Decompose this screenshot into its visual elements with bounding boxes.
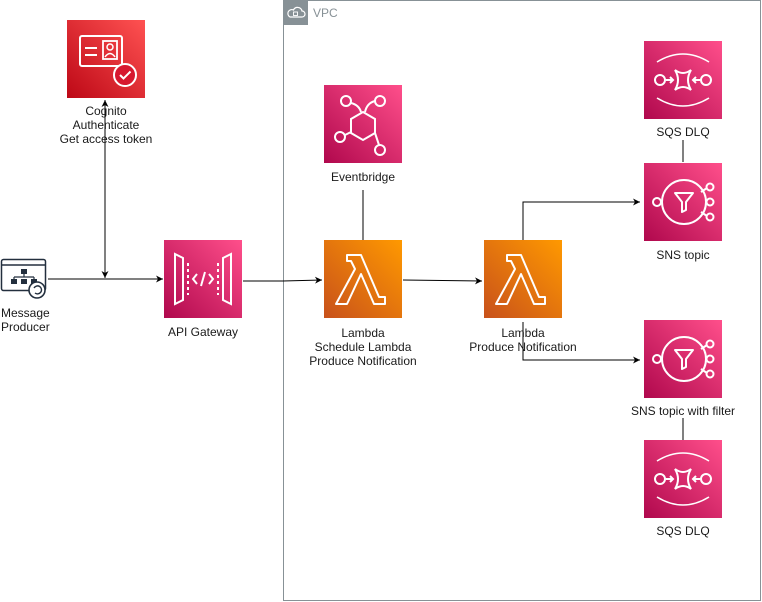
lambda-schedule-label-line-2: Schedule Lambda [314, 340, 412, 354]
eventbridge-icon [324, 85, 402, 163]
lambda-produce-label: Lambda Produce Notification [458, 326, 588, 354]
message-producer-icon [0, 258, 47, 299]
cognito-label-line-1: Cognito [85, 104, 127, 118]
sqs-dlq-top-icon [644, 41, 722, 119]
sqs-dlq-bottom-icon [644, 440, 722, 518]
sns-filter-label: SNS topic with filter [630, 404, 736, 418]
api-gateway-icon [164, 240, 242, 318]
architecture-diagram [0, 0, 761, 601]
cognito-icon [67, 20, 145, 98]
sns-topic-icon [644, 163, 722, 241]
vpc-label: VPC [313, 6, 338, 20]
api-gateway-label: API Gateway [167, 325, 239, 339]
vpc-cloud-icon [283, 0, 308, 25]
cognito-label: Cognito Authenticate Get access token [46, 104, 166, 146]
edge-lambda-to-lambda [402, 277, 483, 285]
producer-label-line-2: Producer [1, 320, 50, 334]
lambda-schedule-label-line-1: Lambda [341, 326, 385, 340]
lambda-produce-label-line-1: Lambda [501, 326, 545, 340]
producer-label-line-1: Message [1, 306, 50, 320]
producer-label: Message Producer [1, 306, 50, 334]
lambda-produce-label-line-2: Produce Notification [469, 340, 577, 354]
edge-api-to-lambda [243, 276, 323, 284]
sqs-dlq-top-label: SQS DLQ [656, 125, 710, 139]
lambda-schedule-label-line-3: Produce Notification [309, 354, 417, 368]
sns-filter-icon [644, 320, 722, 398]
sns-topic-label: SNS topic [656, 248, 710, 262]
cognito-label-line-3: Get access token [59, 132, 153, 146]
lambda-produce-icon [484, 240, 562, 318]
lambda-schedule-icon [324, 240, 402, 318]
lambda-schedule-label: Lambda Schedule Lambda Produce Notificat… [293, 326, 433, 368]
cognito-label-line-2: Authenticate [72, 118, 140, 132]
sqs-dlq-bottom-label: SQS DLQ [656, 524, 710, 538]
eventbridge-label: Eventbridge [330, 170, 396, 184]
edge-lambda-to-sns [522, 198, 640, 240]
